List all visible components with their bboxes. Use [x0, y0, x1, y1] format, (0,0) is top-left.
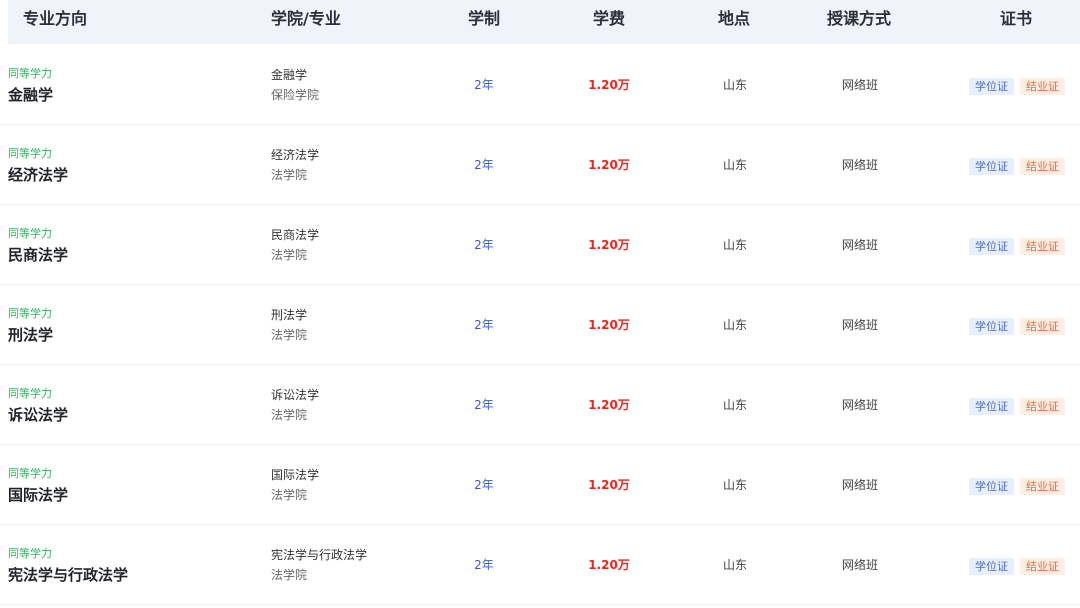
location: 山东 [722, 398, 747, 412]
college-name: 法学院 [271, 168, 308, 182]
location: 山东 [722, 158, 747, 172]
program-table: 专业方向 学院/专业 学制 学费 地点 授课方式 证书 同等学力 金融学 金融学… [0, 0, 1080, 608]
tuition-fee: 1.20万 [588, 158, 630, 172]
header-mode: 授课方式 [827, 9, 892, 28]
table-row[interactable]: 同等学力 诉讼法学 诉讼法学 法学院 2年 1.20万 山东 网络班 学位证 结… [0, 365, 1080, 445]
tuition-fee: 1.20万 [588, 238, 630, 252]
degree-cert-badge: 学位证 [969, 558, 1014, 575]
sub-major: 刑法学 [271, 308, 308, 322]
degree-cert-badge: 学位证 [969, 78, 1014, 95]
major-name: 诉讼法学 [8, 406, 69, 424]
location: 山东 [722, 238, 747, 252]
location: 山东 [722, 78, 747, 92]
duration: 2年 [474, 158, 494, 172]
sub-major: 经济法学 [271, 148, 320, 162]
study-type: 同等学力 [8, 387, 52, 400]
location: 山东 [722, 318, 747, 332]
completion-cert-badge: 结业证 [1020, 158, 1065, 175]
degree-cert-badge: 学位证 [969, 158, 1014, 175]
table-row[interactable]: 同等学力 民商法学 民商法学 法学院 2年 1.20万 山东 网络班 学位证 结… [0, 205, 1080, 285]
header-fee: 学费 [593, 9, 626, 28]
major-name: 国际法学 [8, 486, 69, 504]
duration: 2年 [474, 398, 494, 412]
header-college: 学院/专业 [271, 9, 341, 28]
teaching-mode: 网络班 [841, 158, 878, 172]
completion-cert-badge: 结业证 [1020, 78, 1065, 95]
study-type: 同等学力 [8, 147, 52, 160]
major-name: 金融学 [8, 86, 54, 104]
sub-major: 国际法学 [271, 468, 320, 482]
major-name: 宪法学与行政法学 [8, 566, 129, 584]
duration: 2年 [474, 478, 494, 492]
college-name: 法学院 [271, 408, 308, 422]
study-type: 同等学力 [8, 547, 52, 560]
header-duration: 学制 [468, 9, 501, 28]
college-name: 保险学院 [271, 88, 320, 102]
teaching-mode: 网络班 [841, 398, 878, 412]
table-row[interactable]: 同等学力 宪法学与行政法学 宪法学与行政法学 法学院 2年 1.20万 山东 网… [0, 525, 1080, 605]
completion-cert-badge: 结业证 [1020, 558, 1065, 575]
study-type: 同等学力 [8, 67, 52, 80]
header-direction: 专业方向 [23, 9, 88, 28]
degree-cert-badge: 学位证 [969, 318, 1014, 335]
table-row[interactable]: 同等学力 经济法学 经济法学 法学院 2年 1.20万 山东 网络班 学位证 结… [0, 125, 1080, 205]
tuition-fee: 1.20万 [588, 318, 630, 332]
degree-cert-badge: 学位证 [969, 238, 1014, 255]
duration: 2年 [474, 78, 494, 92]
header-certificate: 证书 [1000, 9, 1033, 28]
table-row[interactable]: 同等学力 国际法学 国际法学 法学院 2年 1.20万 山东 网络班 学位证 结… [0, 445, 1080, 525]
table-row[interactable]: 同等学力 金融学 金融学 保险学院 2年 1.20万 山东 网络班 学位证 结业… [0, 45, 1080, 125]
study-type: 同等学力 [8, 307, 52, 320]
college-name: 法学院 [271, 568, 308, 582]
tuition-fee: 1.20万 [588, 558, 630, 572]
duration: 2年 [474, 318, 494, 332]
teaching-mode: 网络班 [841, 478, 878, 492]
degree-cert-badge: 学位证 [969, 398, 1014, 415]
teaching-mode: 网络班 [841, 78, 878, 92]
major-name: 民商法学 [8, 246, 69, 264]
major-name: 刑法学 [8, 326, 54, 344]
tuition-fee: 1.20万 [588, 398, 630, 412]
completion-cert-badge: 结业证 [1020, 398, 1065, 415]
teaching-mode: 网络班 [841, 238, 878, 252]
teaching-mode: 网络班 [841, 558, 878, 572]
sub-major: 金融学 [271, 68, 308, 82]
tuition-fee: 1.20万 [588, 478, 630, 492]
study-type: 同等学力 [8, 227, 52, 240]
table-row[interactable]: 同等学力 刑法学 刑法学 法学院 2年 1.20万 山东 网络班 学位证 结业证 [0, 285, 1080, 365]
completion-cert-badge: 结业证 [1020, 318, 1065, 335]
location: 山东 [722, 558, 747, 572]
location: 山东 [722, 478, 747, 492]
completion-cert-badge: 结业证 [1020, 238, 1065, 255]
degree-cert-badge: 学位证 [969, 478, 1014, 495]
sub-major: 诉讼法学 [271, 388, 320, 402]
duration: 2年 [474, 238, 494, 252]
sub-major: 宪法学与行政法学 [271, 548, 368, 562]
duration: 2年 [474, 558, 494, 572]
header-location: 地点 [718, 9, 751, 28]
major-name: 经济法学 [8, 166, 69, 184]
college-name: 法学院 [271, 328, 308, 342]
tuition-fee: 1.20万 [588, 78, 630, 92]
sub-major: 民商法学 [271, 228, 320, 242]
college-name: 法学院 [271, 248, 308, 262]
completion-cert-badge: 结业证 [1020, 478, 1065, 495]
college-name: 法学院 [271, 488, 308, 502]
table-header: 专业方向 学院/专业 学制 学费 地点 授课方式 证书 [8, 0, 1080, 44]
study-type: 同等学力 [8, 467, 52, 480]
teaching-mode: 网络班 [841, 318, 878, 332]
